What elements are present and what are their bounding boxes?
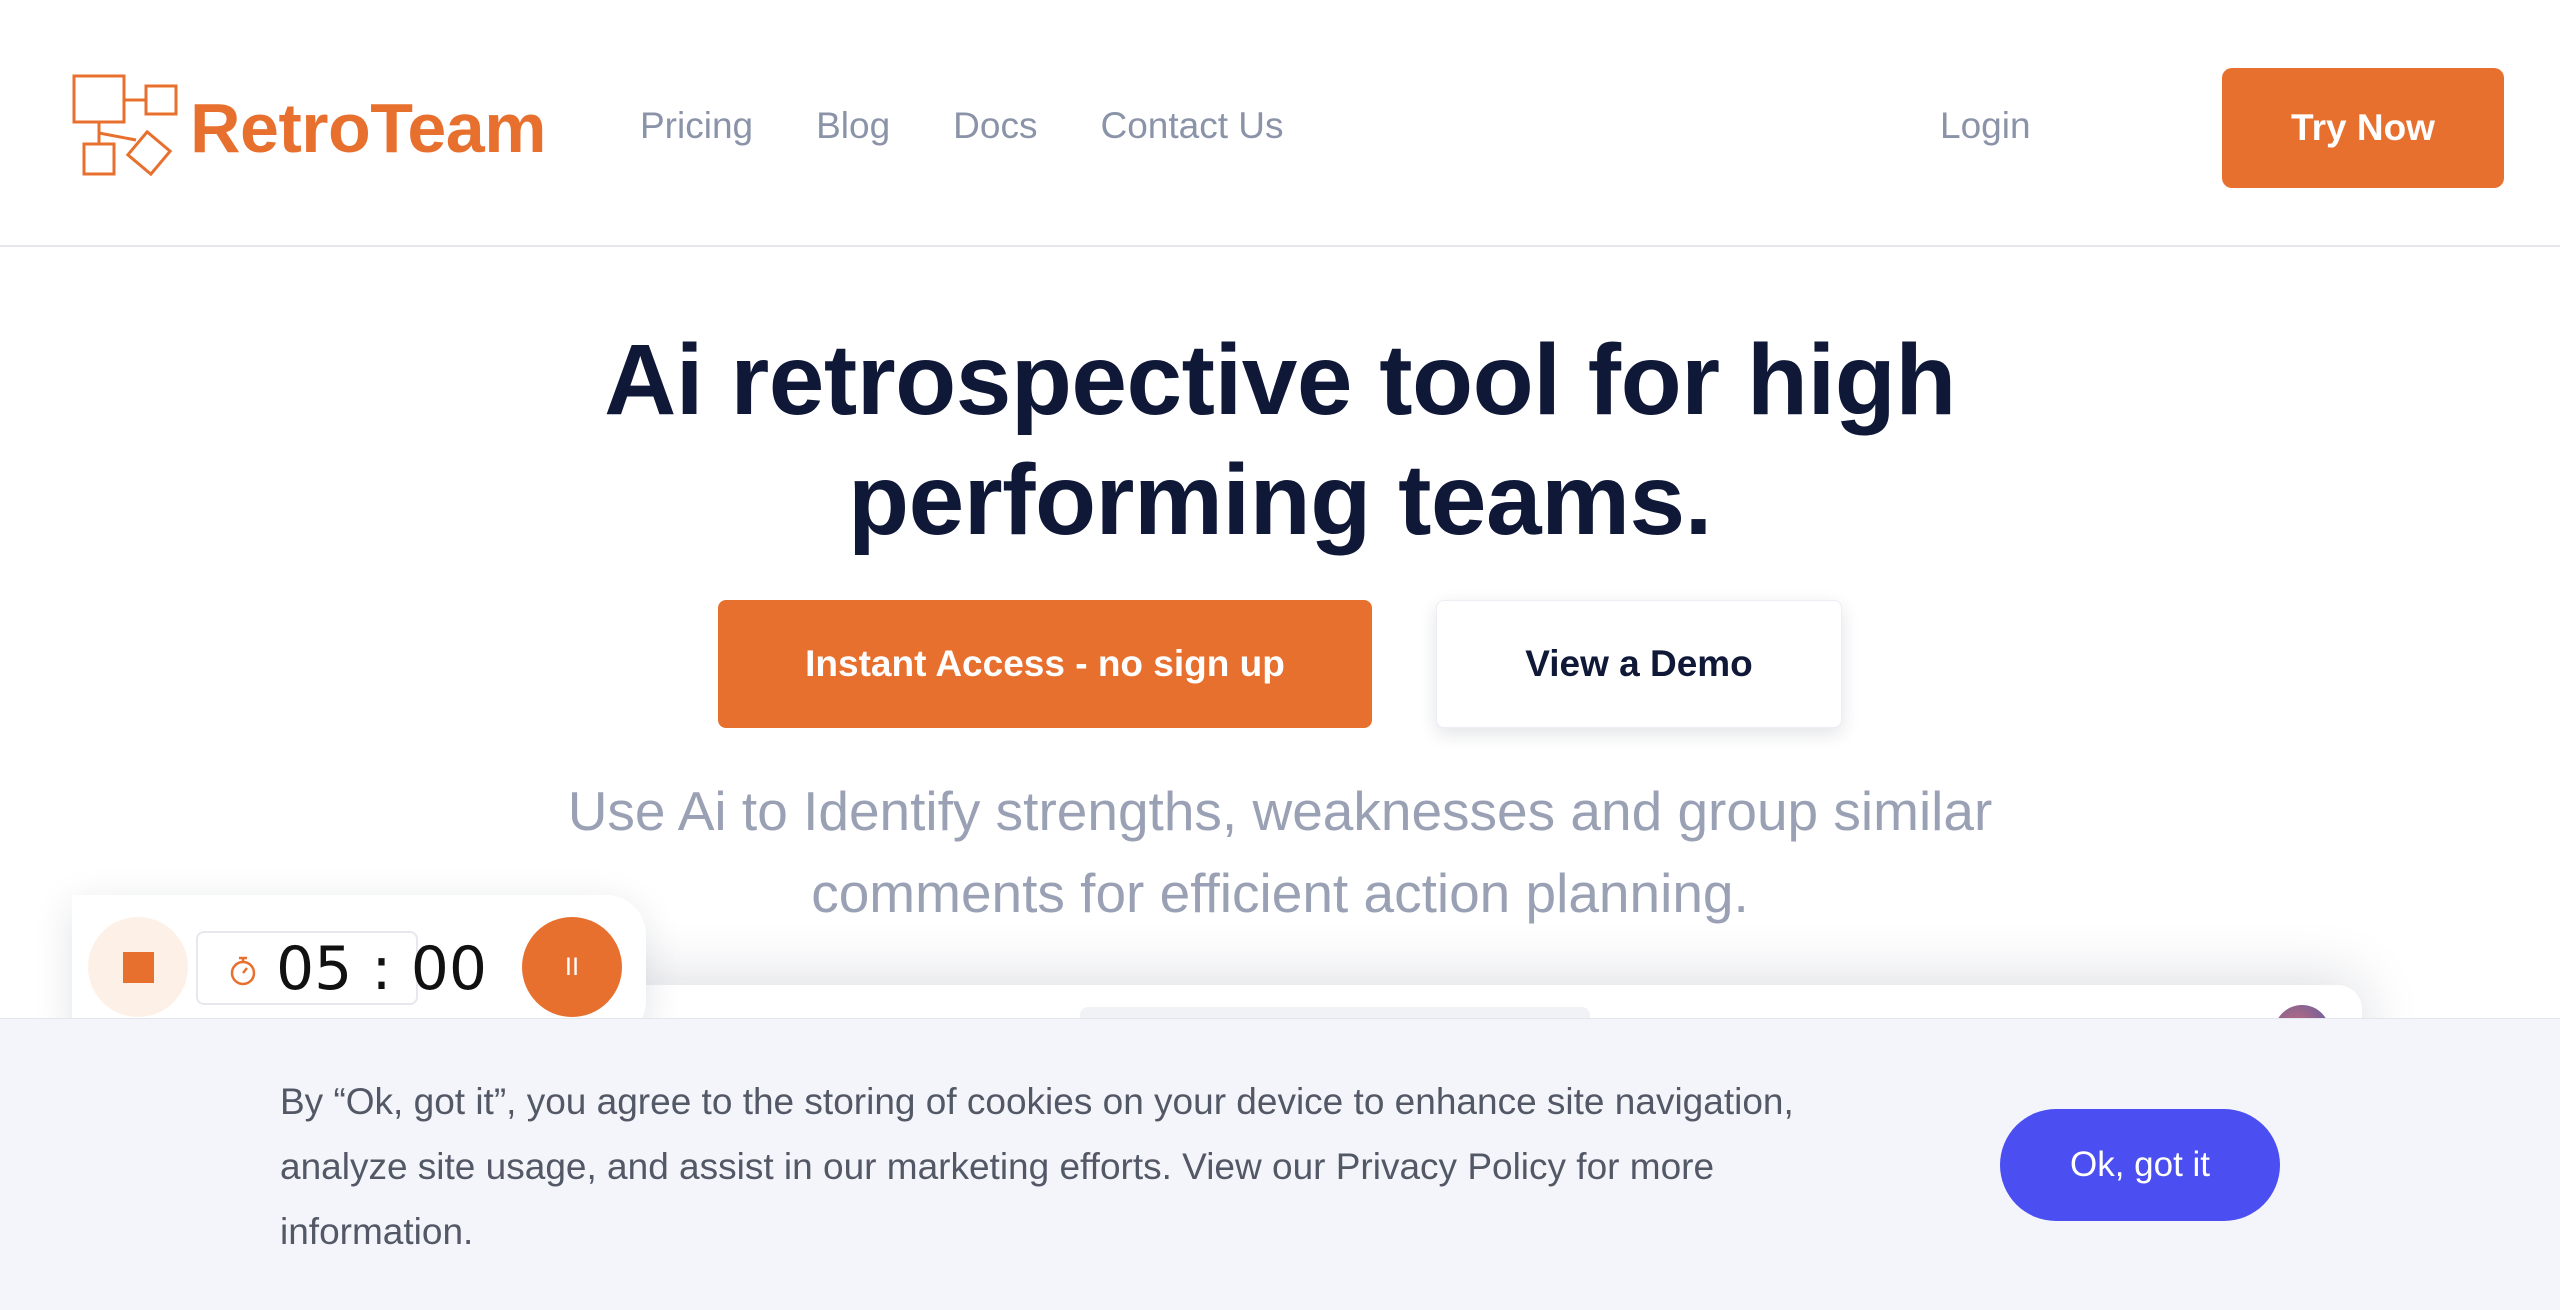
- stop-icon: [123, 952, 154, 983]
- timer-value: 05 : 00: [276, 934, 488, 1004]
- main-nav: Pricing Blog Docs Contact Us: [640, 96, 1347, 156]
- timer-display: 05 : 00: [196, 931, 487, 1005]
- stop-button[interactable]: [88, 917, 188, 1017]
- nav-link-blog[interactable]: Blog: [816, 105, 890, 147]
- stopwatch-icon: [230, 956, 256, 986]
- cookie-text: By “Ok, got it”, you agree to the storin…: [280, 1081, 1794, 1252]
- hero-subtitle-line-1: Use Ai to Identify strengths, weaknesses…: [567, 780, 1993, 842]
- cookie-accept-button[interactable]: Ok, got it: [2000, 1109, 2280, 1221]
- hero-title: Ai retrospective tool for high performin…: [280, 320, 2280, 560]
- pause-button[interactable]: II: [522, 917, 622, 1017]
- site-header: RetroTeam Pricing Blog Docs Contact Us L…: [0, 0, 2560, 247]
- pause-icon: II: [564, 953, 580, 981]
- nav-link-docs[interactable]: Docs: [953, 105, 1037, 147]
- nav-link-pricing[interactable]: Pricing: [640, 105, 753, 147]
- nav-link-contact-us[interactable]: Contact Us: [1100, 105, 1283, 147]
- hero-subtitle: Use Ai to Identify strengths, weaknesses…: [380, 770, 2180, 934]
- instant-access-button[interactable]: Instant Access - no sign up: [718, 600, 1372, 728]
- logo[interactable]: RetroTeam: [72, 72, 546, 184]
- login-link[interactable]: Login: [1940, 96, 2031, 156]
- hero-title-line-1: Ai retrospective tool for high: [604, 324, 1956, 436]
- logo-boxes-icon: [72, 74, 178, 177]
- cookie-banner: By “Ok, got it”, you agree to the storin…: [0, 1018, 2560, 1310]
- logo-text: RetroTeam: [190, 89, 546, 167]
- hero-title-line-2: performing teams.: [848, 444, 1712, 556]
- try-now-button[interactable]: Try Now: [2222, 68, 2504, 188]
- view-demo-button[interactable]: View a Demo: [1436, 600, 1842, 728]
- hero-subtitle-line-2: comments for efficient action planning.: [811, 862, 1749, 924]
